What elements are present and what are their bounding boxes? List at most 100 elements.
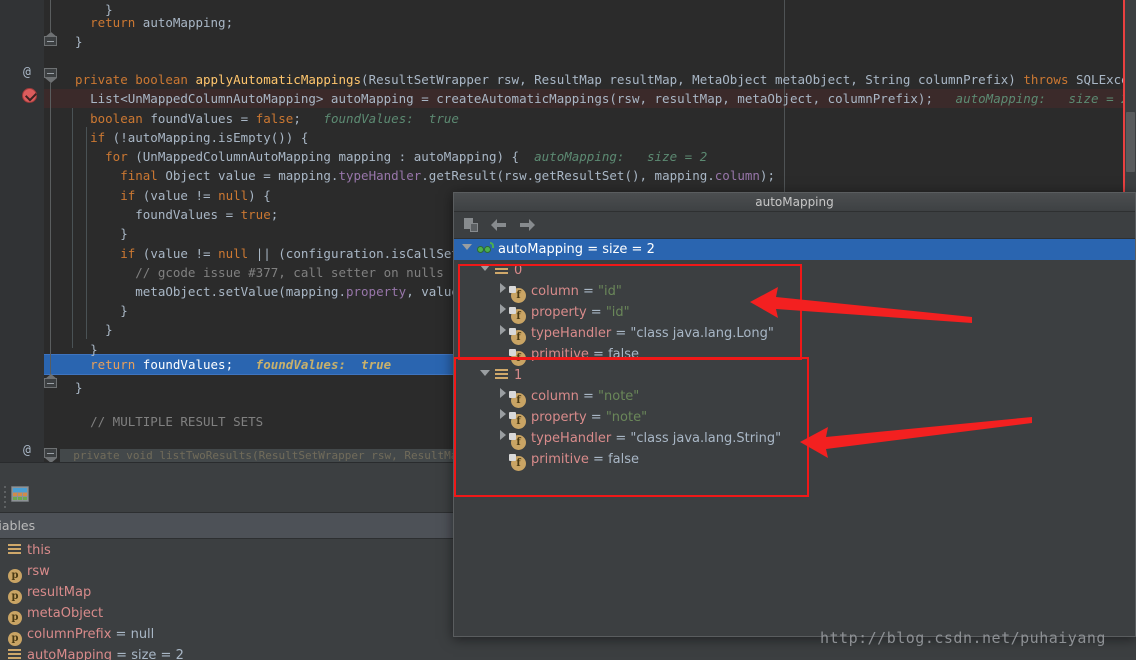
tree-row-root[interactable]: autoMapping = size = 2 bbox=[454, 239, 1135, 260]
code-token: column bbox=[715, 168, 760, 183]
code-token: if bbox=[60, 246, 135, 261]
param-icon: p bbox=[8, 611, 22, 625]
code-fold-toggle[interactable] bbox=[44, 32, 59, 46]
param-icon: p bbox=[8, 569, 22, 583]
code-token: if bbox=[60, 130, 105, 145]
tree-node-size: size = 2 bbox=[602, 242, 655, 257]
code-token: null bbox=[218, 246, 248, 261]
code-line: } bbox=[60, 320, 113, 339]
code-line: metaObject.setValue(mapping.property, va… bbox=[60, 282, 474, 301]
chevron-down-icon[interactable] bbox=[462, 244, 472, 250]
red-arrow-to-entry-1 bbox=[800, 408, 1040, 468]
code-token: // MULTIPLE RESULT SETS bbox=[60, 414, 263, 429]
param-icon: p bbox=[8, 590, 22, 604]
code-token: autoMapping: size = 2 bbox=[519, 149, 707, 164]
list-icon bbox=[8, 544, 21, 555]
code-fold-toggle[interactable] bbox=[44, 448, 59, 462]
code-line: final Object value = mapping.typeHandler… bbox=[60, 166, 775, 185]
code-token: (value != bbox=[135, 246, 218, 261]
red-highlight-box-entry-1 bbox=[454, 357, 809, 497]
code-line: List<UnMappedColumnAutoMapping> autoMapp… bbox=[60, 89, 1136, 108]
code-line: } bbox=[60, 378, 83, 397]
code-line: private boolean applyAutomaticMappings(R… bbox=[60, 70, 1136, 89]
variable-name: rsw bbox=[27, 564, 50, 579]
code-line: if (value != null) { bbox=[60, 186, 271, 205]
breakpoint-verified-icon[interactable] bbox=[22, 88, 37, 103]
variable-row[interactable]: autoMapping = size = 2 bbox=[0, 645, 1136, 660]
red-arrow-to-entry-0 bbox=[750, 280, 980, 340]
code-line: foundValues = true; bbox=[60, 205, 278, 224]
code-token: (UnMappedColumnAutoMapping mapping : aut… bbox=[128, 149, 519, 164]
tree-node-equals: = bbox=[587, 242, 602, 257]
code-token: } bbox=[60, 226, 128, 241]
variable-name: this bbox=[27, 543, 51, 558]
code-token: foundValues = bbox=[143, 111, 256, 126]
frames-icon[interactable] bbox=[464, 218, 479, 232]
watch-glasses-icon bbox=[477, 242, 494, 255]
code-token: ; bbox=[293, 111, 301, 126]
toolbar-drag-handle[interactable] bbox=[4, 486, 7, 506]
editor-scrollbar-thumb[interactable] bbox=[1126, 112, 1135, 172]
editor-gutter[interactable]: @ bbox=[0, 0, 44, 462]
arrow-left-icon[interactable] bbox=[491, 218, 507, 232]
screenshot-root: @ @ } return autoMapping; } private bool… bbox=[0, 0, 1136, 660]
variable-name: autoMapping bbox=[27, 648, 112, 660]
arrow-right-icon[interactable] bbox=[519, 218, 535, 232]
param-icon: p bbox=[8, 632, 22, 646]
code-token: throws bbox=[1023, 72, 1068, 87]
code-token: foundValues = bbox=[60, 207, 241, 222]
code-token: foundValues: true bbox=[301, 111, 459, 126]
code-token: true bbox=[241, 207, 271, 222]
code-token: private boolean bbox=[60, 72, 195, 87]
code-token: false bbox=[256, 111, 294, 126]
code-token: } bbox=[60, 380, 83, 395]
code-token: typeHandler bbox=[338, 168, 421, 183]
code-token: ) { bbox=[248, 188, 271, 203]
code-token: Object value = mapping. bbox=[158, 168, 339, 183]
code-token: ); bbox=[760, 168, 775, 183]
code-token: boolean bbox=[60, 111, 143, 126]
code-token: autoMapping; bbox=[135, 15, 233, 30]
code-line: } bbox=[60, 301, 128, 320]
code-token: metaObject.setValue(mapping. bbox=[60, 284, 346, 299]
code-line: boolean foundValues = false; foundValues… bbox=[60, 109, 459, 128]
fold-region-line bbox=[50, 0, 51, 33]
code-line: return foundValues; foundValues: true bbox=[60, 355, 391, 374]
code-fold-toggle[interactable] bbox=[44, 68, 59, 82]
code-token: (ResultSetWrapper rsw, ResultMap resultM… bbox=[361, 72, 1023, 87]
code-token: for bbox=[60, 149, 128, 164]
variables-tab-label: Variables bbox=[0, 513, 35, 539]
code-token: foundValues; bbox=[135, 357, 233, 372]
code-fold-toggle[interactable] bbox=[44, 374, 59, 388]
variable-name: columnPrefix bbox=[27, 627, 111, 642]
variable-value: size = 2 bbox=[131, 648, 184, 660]
variable-name: resultMap bbox=[27, 585, 91, 600]
code-token: ; bbox=[271, 207, 279, 222]
code-token: } bbox=[60, 34, 83, 49]
code-line: for (UnMappedColumnAutoMapping mapping :… bbox=[60, 147, 707, 166]
code-token: if bbox=[60, 188, 135, 203]
code-token: } bbox=[60, 322, 113, 337]
code-line: return autoMapping; bbox=[60, 13, 233, 32]
variable-name: metaObject bbox=[27, 606, 103, 621]
code-token: } bbox=[60, 303, 128, 318]
code-token: property bbox=[346, 284, 406, 299]
code-token: final bbox=[60, 168, 158, 183]
code-token: (value != bbox=[135, 188, 218, 203]
annotation-marker-icon: @ bbox=[23, 66, 31, 79]
tree-node-name: autoMapping bbox=[498, 242, 587, 257]
variable-equals: = bbox=[111, 627, 130, 642]
table-grid-icon[interactable] bbox=[11, 486, 29, 502]
code-line: if (!autoMapping.isEmpty()) { bbox=[60, 128, 308, 147]
code-token: foundValues: true bbox=[233, 357, 391, 372]
variable-equals: = bbox=[112, 648, 131, 660]
popup-title: autoMapping bbox=[454, 193, 1135, 212]
code-line: } bbox=[60, 32, 83, 51]
code-token: null bbox=[218, 188, 248, 203]
fold-region-line bbox=[50, 82, 51, 378]
list-icon bbox=[8, 649, 21, 660]
code-token: return bbox=[60, 357, 135, 372]
popup-toolbar[interactable] bbox=[454, 212, 1135, 239]
code-line: // MULTIPLE RESULT SETS bbox=[60, 412, 263, 431]
code-token: applyAutomaticMappings bbox=[195, 72, 361, 87]
